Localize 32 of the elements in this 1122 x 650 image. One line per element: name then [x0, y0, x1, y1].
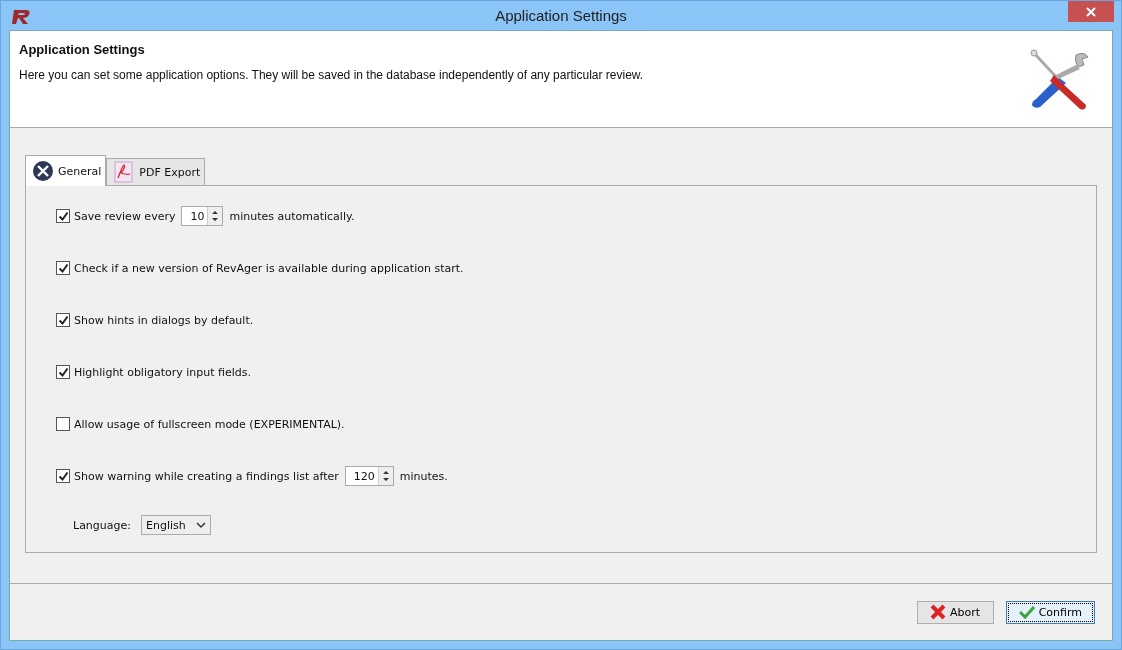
number-spinner[interactable]: 120	[344, 466, 394, 486]
tab[interactable]: PDF Export	[106, 158, 206, 185]
language-label: Language:	[73, 518, 131, 532]
window-title: Application Settings	[495, 7, 627, 24]
cross-icon	[930, 604, 947, 620]
tab[interactable]: General	[25, 155, 107, 186]
checkbox[interactable]	[56, 261, 70, 275]
dialog-button[interactable]: Confirm	[1005, 600, 1095, 624]
option-label: minutes automatically.	[229, 209, 355, 223]
option-label: Highlight obligatory input fields.	[74, 365, 252, 379]
checkbox[interactable]	[56, 209, 70, 223]
option-label: Check if a new version of RevAger is available during application start.	[74, 261, 464, 275]
header-title: Application Settings	[19, 42, 146, 57]
checkmark-icon	[1018, 604, 1035, 620]
checkbox[interactable]	[56, 365, 70, 379]
option-label: minutes.	[399, 469, 448, 483]
header-description: Here you can set some application options. They will be saved in the database independently of any particular review.	[19, 68, 644, 82]
chevron-down-icon	[196, 521, 206, 529]
checkbox[interactable]	[56, 469, 70, 483]
option-label: Show warning while creating a findings list after	[74, 469, 339, 483]
option-label: Save review every	[74, 209, 176, 223]
spinner-arrows-icon	[210, 209, 221, 223]
language-dropdown[interactable]: English	[141, 515, 211, 535]
close-button[interactable]	[1068, 1, 1114, 22]
close-icon	[1086, 6, 1096, 17]
number-spinner[interactable]: 10	[181, 206, 224, 226]
dialog-button[interactable]: Abort	[916, 600, 994, 624]
checkbox[interactable]	[56, 417, 70, 431]
option-label: Allow usage of fullscreen mode (EXPERIMENTAL).	[74, 417, 345, 431]
pdf-icon	[113, 161, 136, 183]
checkbox[interactable]	[56, 313, 70, 327]
option-label: Show hints in dialogs by default.	[74, 313, 254, 327]
